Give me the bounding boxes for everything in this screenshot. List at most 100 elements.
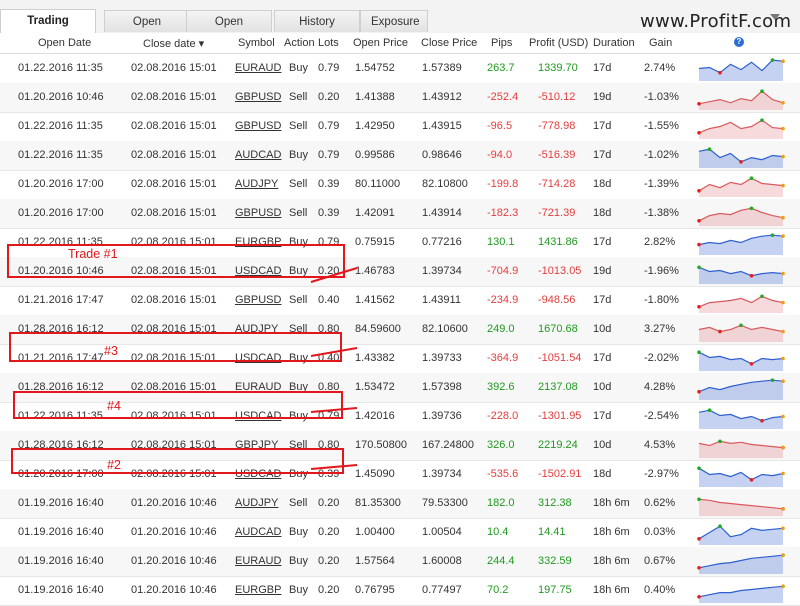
sparkline-high-marker (770, 233, 775, 237)
table-row[interactable]: 01.20.2016 17:00 02.08.2016 15:01 GBPUSD Se… (0, 199, 800, 229)
col-symbol[interactable]: Symbol (238, 37, 275, 49)
table-row[interactable]: 01.19.2016 16:40 01.20.2016 10:46 EURGBP Bu… (0, 576, 800, 606)
open-date-cell: 01.22.2016 11:35 (18, 120, 103, 132)
symbol-cell[interactable]: EURAUD (235, 62, 281, 74)
sparkline-low-marker (697, 537, 701, 541)
table-row[interactable]: 01.20.2016 10:46 02.08.2016 15:01 GBPUSD Se… (0, 83, 800, 113)
gain-cell: -1.02% (644, 149, 679, 161)
open-price-cell: 1.45090 (355, 468, 395, 480)
sparkline-chart (697, 294, 785, 313)
pips-cell: -96.5 (487, 120, 513, 132)
close-price-cell: 1.43914 (422, 207, 462, 219)
tab-history[interactable]: History (1078) (274, 10, 360, 50)
tab-open-trades[interactable]: Open Trades (104, 10, 190, 50)
open-date-cell: 01.19.2016 16:40 (18, 584, 104, 596)
table-header: Open Date Close date ▾ Symbol Action Lot… (0, 33, 800, 54)
symbol-cell[interactable]: AUDJPY (235, 178, 278, 190)
profit-cell: 1339.70 (538, 62, 578, 74)
sparkline-area (699, 149, 783, 168)
close-price-cell: 0.98646 (422, 149, 462, 161)
symbol-cell[interactable]: AUDCAD (235, 149, 281, 161)
close-price-cell: 1.43915 (422, 120, 462, 132)
table-row[interactable]: 01.22.2016 11:35 02.08.2016 15:01 EURAUD Bu… (0, 54, 800, 84)
sparkline-area (699, 235, 783, 255)
close-date-cell: 02.08.2016 15:01 (131, 149, 217, 161)
sparkline-high-marker (760, 118, 764, 122)
help-icon[interactable]: ? (734, 37, 744, 47)
profit-cell: 312.38 (538, 497, 572, 509)
close-price-cell: 1.39733 (422, 352, 462, 364)
col-close-date[interactable]: Close date ▾ (143, 37, 204, 50)
close-price-cell: 1.43912 (422, 91, 462, 103)
col-lots[interactable]: Lots (318, 37, 339, 49)
open-price-cell: 1.42016 (355, 410, 395, 422)
symbol-cell[interactable]: EURAUD (235, 555, 281, 567)
sparkline-low-marker (697, 389, 701, 394)
col-profit[interactable]: Profit (USD) (529, 37, 588, 49)
symbol-cell[interactable]: GBPUSD (235, 120, 281, 132)
table-row[interactable]: 01.19.2016 16:40 01.20.2016 10:46 AUDCAD Bu… (0, 518, 800, 548)
symbol-cell[interactable]: AUDCAD (235, 526, 281, 538)
tab-trading-activity[interactable]: Trading Activity (0, 9, 96, 49)
profit-cell: -948.56 (538, 294, 576, 306)
col-duration[interactable]: Duration (593, 37, 635, 49)
tab-open-orders[interactable]: Open Orders (186, 10, 272, 50)
col-gain[interactable]: Gain (649, 37, 672, 49)
close-date-cell: 01.20.2016 10:46 (131, 555, 217, 567)
lots-cell: 0.79 (318, 62, 340, 74)
close-price-cell: 82.10800 (422, 178, 468, 190)
close-price-cell: 1.57398 (422, 381, 462, 393)
col-open-date[interactable]: Open Date (38, 37, 91, 49)
sparkline-chart (698, 58, 785, 81)
pips-cell: -228.0 (487, 410, 519, 422)
gain-cell: -1.03% (644, 91, 679, 103)
open-price-cell: 1.53472 (355, 381, 395, 393)
table-row[interactable]: 01.19.2016 16:40 01.20.2016 10:46 EURAUD Bu… (0, 547, 800, 577)
sparkline-chart (697, 350, 785, 371)
symbol-cell[interactable]: EURGBP (235, 584, 281, 596)
action-cell: Buy (289, 526, 308, 538)
sparkline-area (699, 555, 783, 574)
lots-cell: 0.40 (318, 294, 340, 306)
gain-cell: -1.55% (644, 120, 679, 132)
symbol-cell[interactable]: GBPUSD (235, 207, 281, 219)
table-row[interactable]: 01.22.2016 11:35 02.08.2016 15:01 AUDCAD Bu… (0, 141, 800, 171)
open-price-cell: 1.57564 (355, 555, 395, 567)
sparkline-chart (697, 233, 785, 255)
col-close-price[interactable]: Close Price (421, 37, 477, 49)
gain-cell: -1.96% (644, 265, 679, 277)
table-row[interactable]: 01.20.2016 17:00 02.08.2016 15:01 AUDJPY Se… (0, 170, 800, 200)
col-action[interactable]: Action (284, 37, 315, 49)
open-date-cell: 01.20.2016 10:46 (18, 91, 104, 103)
profit-cell: 332.59 (538, 555, 572, 567)
close-price-cell: 82.10600 (422, 323, 468, 335)
dropdown-arrow-icon[interactable] (770, 14, 780, 20)
sparkline-chart (698, 323, 785, 342)
duration-cell: 17d (593, 62, 612, 74)
sparkline-chart (697, 378, 785, 400)
open-date-cell: 01.21.2016 17:47 (18, 294, 104, 306)
symbol-cell[interactable]: GBPUSD (235, 91, 281, 103)
profit-cell: -1013.05 (538, 265, 582, 277)
duration-cell: 18d (593, 207, 612, 219)
duration-cell: 19d (593, 91, 612, 103)
lots-cell: 0.39 (318, 178, 340, 190)
sparkline-last-marker (781, 101, 785, 105)
col-open-price[interactable]: Open Price (353, 37, 408, 49)
tab-exposure[interactable]: Exposure (360, 10, 428, 32)
sparkline-area (699, 91, 783, 110)
lots-cell: 0.39 (318, 207, 340, 219)
table-row[interactable]: 01.21.2016 17:47 02.08.2016 15:01 GBPUSD Se… (0, 286, 800, 316)
sparkline-high-marker (770, 378, 775, 382)
sparkline-low-marker (749, 273, 754, 278)
open-date-cell: 01.19.2016 16:40 (18, 555, 104, 567)
col-pips[interactable]: Pips (491, 37, 512, 49)
table-row[interactable]: 01.22.2016 11:35 02.08.2016 15:01 GBPUSD Se… (0, 112, 800, 142)
sparkline-low-marker (697, 595, 701, 599)
table-row[interactable]: 01.19.2016 16:40 01.20.2016 10:46 AUDJPY Se… (0, 489, 800, 519)
gain-cell: -2.54% (644, 410, 679, 422)
symbol-cell[interactable]: GBPUSD (235, 294, 281, 306)
sparkline-low-marker (697, 102, 701, 106)
sparkline-last-marker (781, 271, 785, 276)
symbol-cell[interactable]: AUDJPY (235, 497, 278, 509)
